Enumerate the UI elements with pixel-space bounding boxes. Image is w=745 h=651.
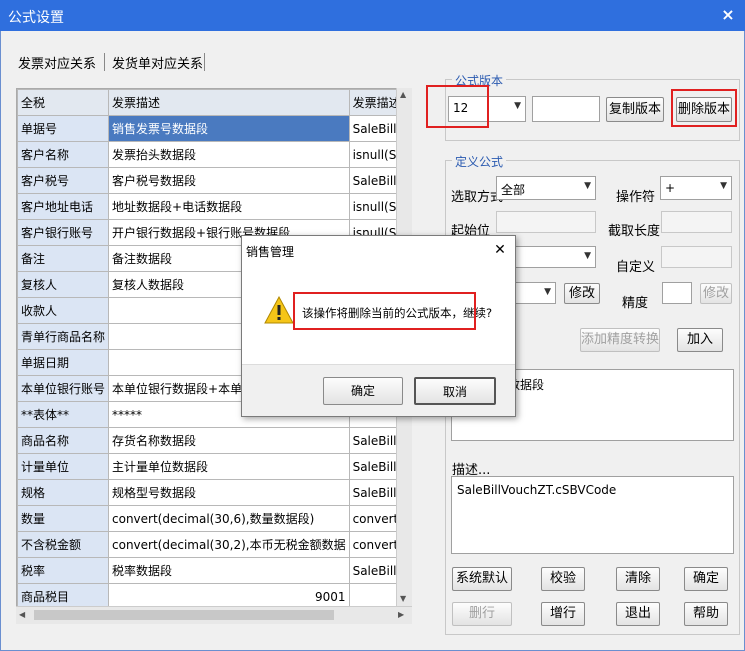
table-cell[interactable]: 主计量单位数据段 <box>108 453 350 480</box>
table-cell[interactable]: 收款人 <box>17 297 110 324</box>
table-cell[interactable]: **表体** <box>17 401 110 428</box>
select-method-value: 全部 <box>501 183 526 197</box>
table-cell[interactable]: 单据号 <box>17 115 110 142</box>
chevron-down-icon: ▼ <box>544 287 551 297</box>
table-row[interactable]: 税率税率数据段SaleBillVouchZW.iT50 <box>17 557 411 584</box>
table-cell[interactable]: 客户名称 <box>17 141 110 168</box>
table-row[interactable]: 不含税金额 convert(decimal(30,2),本币无税金额数据 conve… <box>17 531 411 558</box>
table-cell[interactable]: 客户银行账号 <box>17 219 110 246</box>
chevron-down-icon: ▼ <box>720 181 727 191</box>
cut-length-label: 截取长度 <box>608 224 661 239</box>
description-textarea[interactable]: SaleBillVouchZT.cSBVCode <box>451 476 734 554</box>
custom-label: 自定义 <box>616 260 656 275</box>
table-row[interactable]: 数量convert(decimal(30,6),数量数据段)convert(de… <box>17 505 411 532</box>
table-cell[interactable]: 销售发票号数据段 <box>108 115 350 142</box>
window-title: 公式设置 <box>8 10 64 26</box>
table-cell[interactable]: 数量 <box>17 505 110 532</box>
tab-delivery-mapping[interactable]: 发货单对应关系 <box>106 50 209 72</box>
table-cell[interactable]: 商品名称 <box>17 427 110 454</box>
cut-length-input[interactable] <box>661 211 732 233</box>
dialog-close-button[interactable]: ✕ <box>490 240 510 260</box>
table-cell[interactable]: 税率数据段 <box>108 557 350 584</box>
precision-modify-button[interactable]: 修改 <box>700 283 732 304</box>
table-cell[interactable]: 计量单位 <box>17 453 110 480</box>
select-method-dropdown[interactable]: 全部 ▼ <box>496 176 596 200</box>
custom-input[interactable] <box>661 246 732 268</box>
precision-label: 精度 <box>622 296 649 311</box>
table-row[interactable]: 客户地址电话地址数据段+电话数据段isnull(SaleBillVouchZ50 <box>17 193 411 220</box>
table-row[interactable]: 客户税号客户税号数据段SaleBillVouchZT.cC50 <box>17 167 411 194</box>
table-cell[interactable]: 地址数据段+电话数据段 <box>108 193 350 220</box>
warning-icon <box>264 296 294 324</box>
table-cell[interactable]: 税率 <box>17 557 110 584</box>
dialog-cancel-button[interactable]: 取消 <box>414 377 496 405</box>
operator-value: + <box>665 181 676 195</box>
clear-button[interactable]: 清除 <box>616 567 660 591</box>
dialog-ok-button[interactable]: 确定 <box>323 377 403 405</box>
help-button[interactable]: 帮助 <box>684 602 728 626</box>
table-row[interactable]: 计量单位主计量单位数据段SaleBillVouchZW.cI50 <box>17 453 411 480</box>
table-cell[interactable]: 客户地址电话 <box>17 193 110 220</box>
highlight-box-message <box>293 292 476 330</box>
delete-row-button[interactable]: 删行 <box>452 602 512 626</box>
table-cell[interactable]: convert(decimal(30,6),数量数据段) <box>108 505 350 532</box>
table-cell[interactable]: 客户税号数据段 <box>108 167 350 194</box>
table-cell[interactable]: 存货名称数据段 <box>108 427 350 454</box>
chevron-down-icon: ▼ <box>514 101 521 111</box>
tab-divider <box>204 53 205 71</box>
table-cell[interactable]: 规格型号数据段 <box>108 479 350 506</box>
scroll-right-icon[interactable]: ▶ <box>398 610 404 619</box>
table-cell[interactable]: 青单行商品名称 <box>17 323 110 350</box>
window-close-button[interactable]: × <box>718 4 738 26</box>
operator-label: 操作符 <box>616 190 656 205</box>
copy-version-button[interactable]: 复制版本 <box>606 97 664 122</box>
add-button[interactable]: 加入 <box>677 328 723 352</box>
scroll-up-icon[interactable]: ▲ <box>400 90 406 99</box>
operator-dropdown[interactable]: + ▼ <box>660 176 732 200</box>
table-cell[interactable]: 本单位银行账号 <box>17 375 110 402</box>
table-row[interactable]: 规格规格型号数据段SaleBillVouchZW.cI50 <box>17 479 411 506</box>
table-row[interactable]: 客户名称发票抬头数据段isnull(SaleBillVouchZ50 <box>17 141 411 168</box>
add-row-button[interactable]: 增行 <box>541 602 585 626</box>
highlight-box-delete <box>671 89 737 127</box>
table-cell[interactable]: 客户税号 <box>17 167 110 194</box>
table-cell[interactable]: 复核人 <box>17 271 110 298</box>
grid-horizontal-scrollbar[interactable]: ◀ ▶ <box>16 606 412 624</box>
exit-button[interactable]: 退出 <box>616 602 660 626</box>
modify-button[interactable]: 修改 <box>564 283 600 304</box>
table-cell[interactable]: 单据日期 <box>17 349 110 376</box>
table-cell[interactable]: 备注 <box>17 245 110 272</box>
grid-header-row: 全税 发票描述 发票描述Sql 长度 <box>17 89 411 116</box>
table-row[interactable]: 单据号销售发票号数据段SaleBillVouchZT.cS50 <box>17 115 411 142</box>
scroll-left-icon[interactable]: ◀ <box>19 610 25 619</box>
tab-invoice-mapping[interactable]: 发票对应关系 <box>12 50 102 72</box>
validate-button[interactable]: 校验 <box>541 567 585 591</box>
system-default-button[interactable]: 系统默认 <box>452 567 512 591</box>
scroll-thumb[interactable] <box>34 610 334 620</box>
title-bar <box>0 0 745 31</box>
scroll-down-icon[interactable]: ▼ <box>400 594 406 603</box>
highlight-box-version <box>426 85 489 128</box>
add-precision-conversion-button[interactable]: 添加精度转换 <box>580 328 660 352</box>
table-cell[interactable]: 不含税金额 <box>17 531 110 558</box>
chevron-down-icon: ▼ <box>584 251 591 261</box>
table-cell[interactable]: 规格 <box>17 479 110 506</box>
confirm-button[interactable]: 确定 <box>684 567 728 591</box>
define-formula-legend: 定义公式 <box>452 153 507 170</box>
version-name-input[interactable] <box>532 96 600 122</box>
dialog-title: 销售管理 <box>246 245 295 259</box>
table-cell[interactable]: 发票抬头数据段 <box>108 141 350 168</box>
column-header[interactable]: 全税 <box>17 89 110 116</box>
table-cell[interactable]: convert(decimal(30,2),本币无税金额数据 <box>108 531 350 558</box>
table-row[interactable]: 商品名称存货名称数据段SaleBillVouchZW.cI50 <box>17 427 411 454</box>
tab-divider <box>104 53 105 71</box>
start-position-input[interactable] <box>496 211 596 233</box>
chevron-down-icon: ▼ <box>584 181 591 191</box>
precision-input[interactable] <box>662 282 692 304</box>
description-text: SaleBillVouchZT.cSBVCode <box>457 483 617 497</box>
column-header[interactable]: 发票描述 <box>108 89 350 116</box>
